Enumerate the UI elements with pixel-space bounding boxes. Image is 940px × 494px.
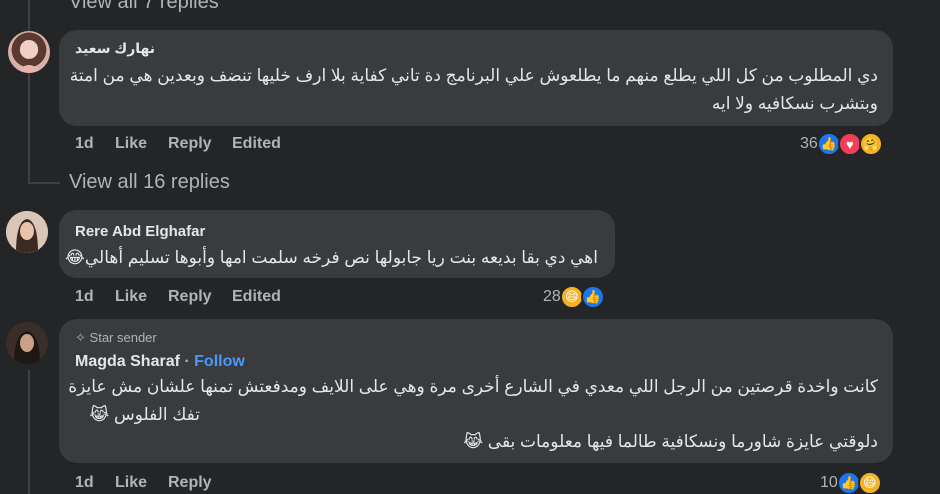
comment-time[interactable]: 1d [75,135,94,153]
reply-button[interactable]: Reply [168,288,212,306]
thread-line-curve [28,182,60,184]
comment-time[interactable]: 1d [75,474,94,492]
comment-author[interactable]: Magda Sharaf [75,353,180,370]
comment-text-line: دي المطلوب من كل اللي يطلع منهم ما يطلعو… [69,66,878,85]
view-all-replies-link[interactable]: View all 7 replies [69,0,219,14]
thread-line [28,76,30,184]
reactions-count: 10 [820,474,838,491]
avatar-image [16,40,42,73]
reactions-count: 28 [543,288,561,305]
star-sender-badge: ✧ Star sender [75,330,157,346]
reactions-summary[interactable]: 28 😄 👍 [543,284,605,310]
reply-button[interactable]: Reply [168,135,212,153]
reactions-summary[interactable]: 36 👍 ♥ 🤗 [800,131,883,157]
separator: · [184,353,190,370]
like-button[interactable]: Like [115,135,147,153]
avatar[interactable] [6,211,48,253]
comment-author[interactable]: Rere Abd Elghafar [75,223,205,240]
haha-icon: 😄 [857,471,882,494]
badge-label: Star sender [89,330,157,345]
reactions-summary[interactable]: 10 👍 😄 [820,470,882,494]
comment-text-line: دلوقتي عايزة شاورما ونسكافية طالما فيها … [463,432,878,451]
comment-actions: 1d Like Reply Edited [0,134,940,156]
like-button[interactable]: Like [115,474,147,492]
reply-button[interactable]: Reply [168,474,212,492]
edited-label[interactable]: Edited [232,135,281,153]
comment-actions: 1d Like Reply Edited [0,287,940,309]
view-all-replies-link[interactable]: View all 16 replies [69,171,230,194]
star-icon: ✧ [75,330,86,345]
like-icon: 👍 [580,285,605,309]
comment-text-line: اهي دي بقا بديعه بنت ريا جابولها نص فرخه… [65,248,598,267]
avatar[interactable] [8,31,50,73]
avatar-image [6,322,48,364]
comment-time[interactable]: 1d [75,288,94,306]
avatar[interactable] [6,322,48,364]
comment-author-line: Magda Sharaf · Follow [75,353,245,371]
comment-text-line: كانت واخدة قرصتين من الرجل اللي معدي في … [68,377,878,396]
comment-author[interactable]: نهارك سعيد [75,40,155,57]
reactions-count: 36 [800,135,818,152]
comment-text-line: تفك الفلوس 😹 [89,405,200,424]
follow-button[interactable]: Follow [194,353,245,370]
edited-label[interactable]: Edited [232,288,281,306]
avatar-image [6,211,48,253]
like-button[interactable]: Like [115,288,147,306]
comment-text-line: وبتشرب نسكافيه ولا ايه [711,94,878,113]
comment-actions: 1d Like Reply [0,473,940,494]
care-icon: 🤗 [858,132,883,156]
